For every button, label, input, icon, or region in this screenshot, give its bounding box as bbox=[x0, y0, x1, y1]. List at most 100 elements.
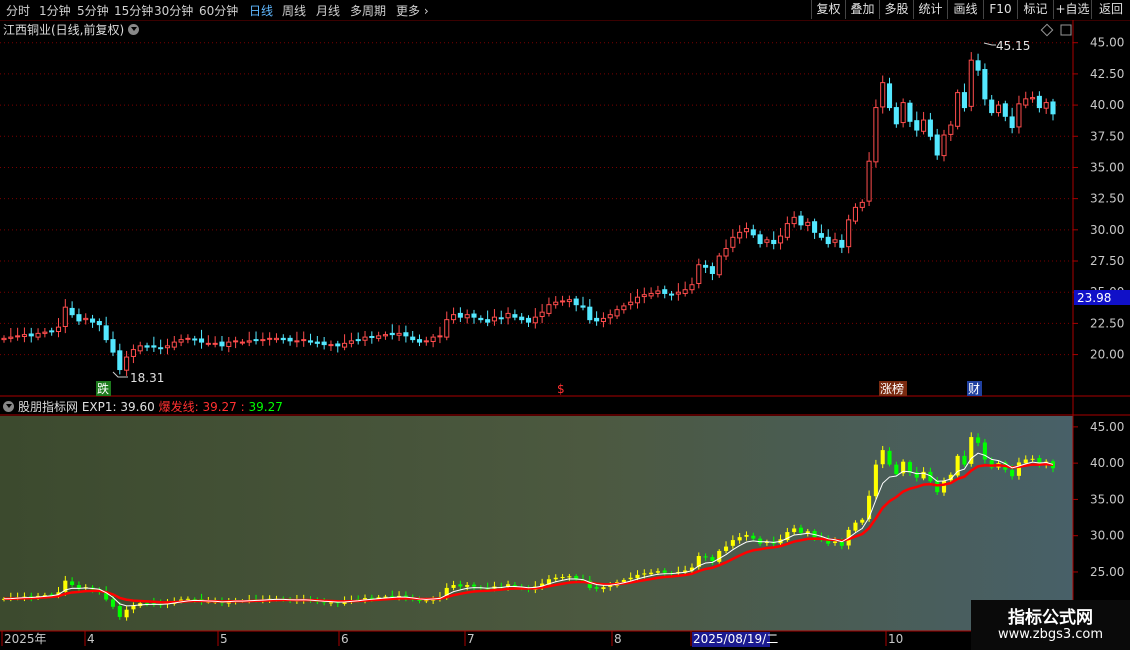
candle-body bbox=[451, 314, 457, 321]
sub-candle-body bbox=[1016, 462, 1021, 476]
candle-body bbox=[314, 341, 320, 344]
sub-candle-body bbox=[369, 597, 374, 599]
candle-body bbox=[975, 60, 981, 71]
candle-body bbox=[880, 82, 886, 108]
candle-body bbox=[1036, 95, 1042, 109]
candle-body bbox=[301, 339, 307, 342]
diamond-icon bbox=[1040, 23, 1054, 37]
candle-body bbox=[205, 342, 211, 345]
candle-body bbox=[566, 299, 572, 303]
candle-body bbox=[743, 228, 750, 233]
candle-body bbox=[260, 339, 266, 342]
sub-candle-body bbox=[553, 577, 558, 580]
candle-body bbox=[846, 219, 852, 248]
candle-body bbox=[226, 341, 232, 347]
candle-body bbox=[416, 339, 423, 343]
candle-body bbox=[669, 293, 675, 296]
candle-body bbox=[989, 99, 995, 114]
candle-body bbox=[464, 314, 470, 319]
sub-candle-body bbox=[907, 462, 912, 473]
sub-candle-body bbox=[451, 585, 456, 588]
candle-body bbox=[110, 339, 116, 353]
watermark: 指标公式网 www.zbgs3.com bbox=[971, 600, 1130, 650]
candle-body bbox=[512, 314, 518, 318]
candle-body bbox=[1050, 101, 1056, 115]
kline-chart[interactable]: 45.00 42.50 40.00 37.50 35.00 32.50 30.00 27.50… bbox=[0, 0, 1130, 650]
sub-candle-body bbox=[424, 600, 429, 602]
candle-body bbox=[103, 325, 109, 341]
sub-candle-body bbox=[873, 464, 878, 497]
sub-candle-body bbox=[662, 570, 667, 573]
candle-body bbox=[362, 336, 368, 341]
candle-body bbox=[594, 317, 600, 322]
candle-body bbox=[900, 102, 906, 124]
sub-candle-body bbox=[567, 576, 572, 578]
sub-tick-label: 30.00 bbox=[1090, 529, 1124, 543]
candle-body bbox=[730, 236, 736, 248]
sub-candle-body bbox=[710, 557, 715, 562]
candle-body bbox=[560, 300, 566, 303]
sub-candle-body bbox=[982, 442, 987, 460]
high-label: 45.15 bbox=[996, 39, 1030, 53]
candle-body bbox=[444, 319, 450, 338]
sub-candle-body bbox=[635, 574, 640, 579]
candle-body bbox=[539, 311, 545, 318]
date-label: 2025/08/19/二 bbox=[693, 632, 778, 646]
candle-body bbox=[178, 339, 184, 343]
event-dollar: $ bbox=[557, 382, 565, 396]
candle-body bbox=[709, 266, 715, 274]
candle-body bbox=[553, 301, 559, 306]
candle-body bbox=[21, 334, 27, 337]
candle-body bbox=[832, 239, 838, 243]
sub-candle-body bbox=[962, 455, 967, 465]
candle-body bbox=[219, 341, 225, 347]
sub-candle-body bbox=[621, 579, 626, 583]
candle-body bbox=[144, 345, 150, 348]
candle-body bbox=[164, 345, 171, 349]
candle-body bbox=[873, 107, 879, 163]
sub-candle-body bbox=[328, 602, 334, 604]
candle-body bbox=[335, 343, 341, 347]
candle-body bbox=[893, 107, 899, 125]
low-pointer bbox=[112, 371, 128, 378]
candle-body bbox=[655, 290, 661, 294]
date-label: 4 bbox=[87, 632, 95, 646]
sub-candle-body bbox=[730, 540, 735, 546]
candle-body bbox=[96, 321, 102, 326]
candle-body bbox=[771, 239, 777, 245]
sub-candle-body bbox=[628, 577, 633, 580]
candle-body bbox=[171, 341, 177, 348]
sub-tick-label: 35.00 bbox=[1090, 492, 1124, 506]
candle-body bbox=[934, 134, 940, 156]
sub-tick-label: 45.00 bbox=[1090, 420, 1124, 434]
candle-body bbox=[62, 306, 68, 328]
candle-body bbox=[267, 337, 273, 340]
sub-candle-body bbox=[717, 550, 722, 562]
sub-candle-body bbox=[601, 587, 606, 590]
candle-body bbox=[348, 340, 354, 344]
panel-toggle-icon bbox=[1060, 24, 1072, 36]
candle-body bbox=[185, 337, 191, 340]
candle-body bbox=[818, 233, 824, 238]
candle-body bbox=[825, 236, 831, 245]
sub-candle-body bbox=[941, 480, 947, 493]
sub-candle-body bbox=[458, 584, 463, 587]
price-tick-label: 35.00 bbox=[1090, 160, 1124, 174]
candle-body bbox=[982, 69, 988, 100]
candle-body bbox=[253, 339, 259, 342]
candle-body bbox=[907, 102, 913, 122]
sub-candle-body bbox=[1030, 458, 1035, 460]
candle-body bbox=[124, 356, 130, 371]
sub-tick-label: 25.00 bbox=[1090, 565, 1124, 579]
sub-candle-body bbox=[390, 595, 395, 597]
candle-body bbox=[151, 345, 157, 348]
sub-candle-body bbox=[798, 527, 804, 533]
candle-body bbox=[1016, 103, 1022, 128]
candle-body bbox=[15, 335, 21, 338]
date-label: 5 bbox=[220, 632, 228, 646]
candle-body bbox=[927, 119, 933, 137]
candle-body bbox=[396, 332, 402, 336]
date-label: 2025年 bbox=[4, 632, 47, 646]
candle-body bbox=[955, 92, 961, 127]
sub-candle-body bbox=[110, 599, 116, 607]
